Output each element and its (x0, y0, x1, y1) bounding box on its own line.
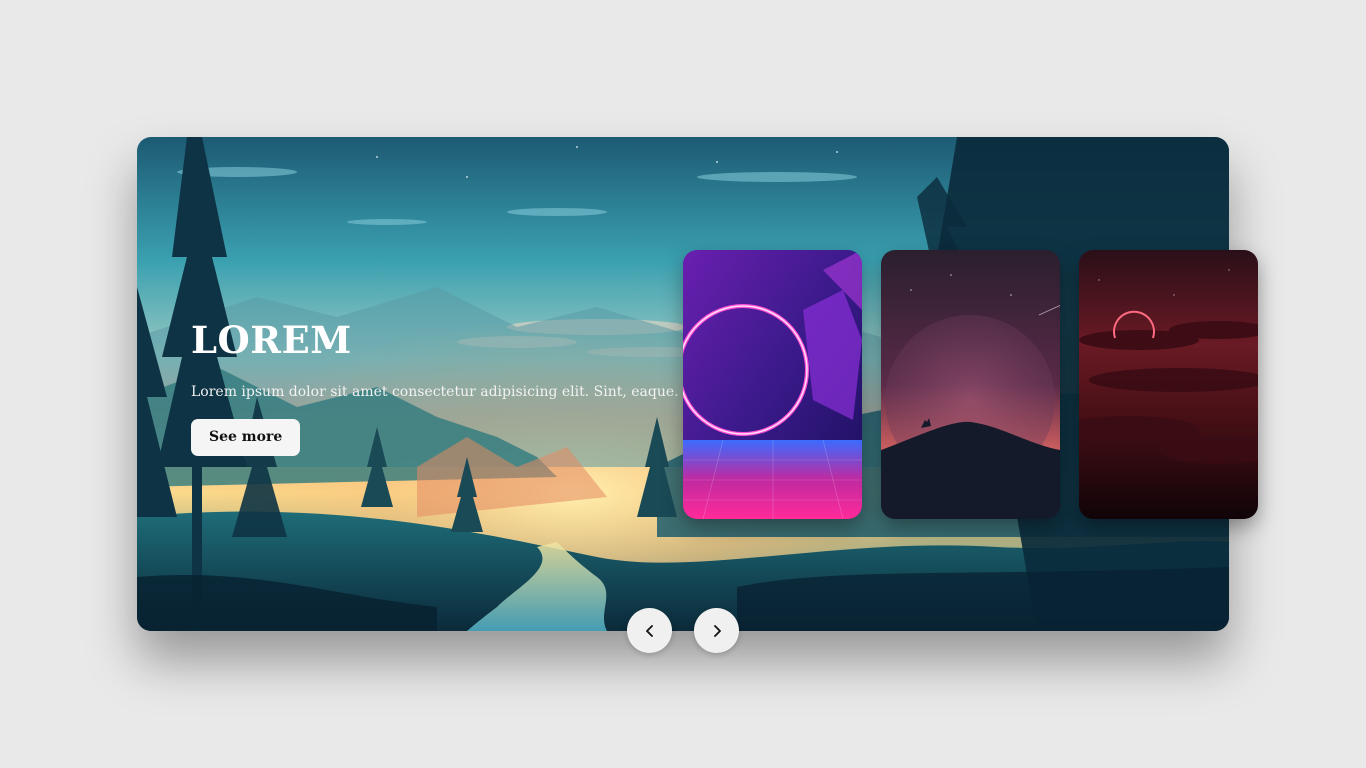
slide-card-red-eclipse[interactable] (1079, 250, 1258, 519)
hero-description: Lorem ipsum dolor sit amet consectetur a… (191, 384, 679, 400)
slider-container: LOREM Lorem ipsum dolor sit amet consect… (137, 137, 1258, 653)
page: LOREM Lorem ipsum dolor sit amet consect… (0, 0, 1366, 768)
slide-card-neon-ring[interactable] (683, 250, 862, 519)
chevron-right-icon (712, 624, 722, 637)
hero-title: LOREM (191, 318, 352, 362)
hero-content: LOREM Lorem ipsum dolor sit amet consect… (191, 317, 679, 456)
chevron-left-icon (645, 624, 655, 637)
next-button[interactable] (694, 608, 739, 653)
previous-button[interactable] (627, 608, 672, 653)
slide-card-wolf-moon[interactable] (881, 250, 1060, 519)
see-more-button[interactable]: See more (191, 419, 301, 456)
